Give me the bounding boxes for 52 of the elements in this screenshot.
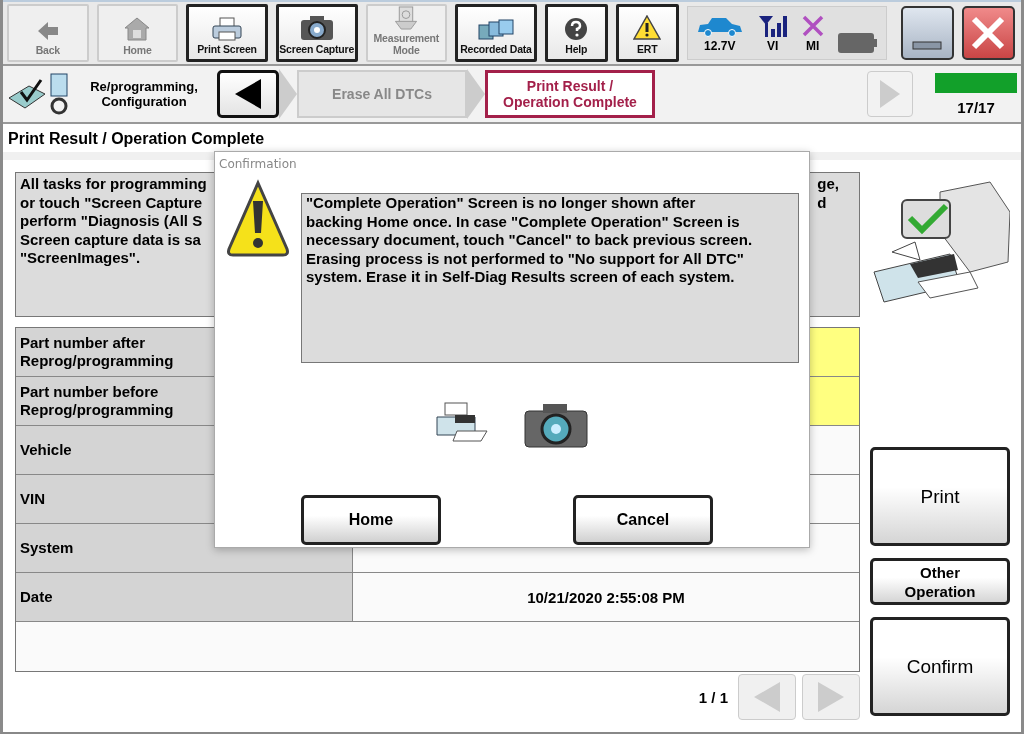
- toolbar-button[interactable]: Print Screen: [186, 4, 268, 62]
- side-button[interactable]: Other Operation: [870, 558, 1010, 605]
- printer-icon: [435, 401, 489, 443]
- chevron-icon: [467, 69, 485, 119]
- left-arrow-icon: [233, 78, 263, 110]
- dialog-button[interactable]: Home: [301, 495, 441, 545]
- side-button[interactable]: Confirm: [870, 617, 1010, 716]
- minimize-button[interactable]: [900, 6, 954, 60]
- battery-icon: [837, 33, 878, 53]
- back-step-button[interactable]: [217, 70, 279, 118]
- message-text: or touch "Screen Capture: [20, 193, 204, 212]
- message-text: perform "Diagnosis (All S: [20, 212, 204, 231]
- step-tab[interactable]: Print Result / Operation Complete: [485, 70, 655, 118]
- toolbar-button[interactable]: ERT: [615, 4, 679, 62]
- car-icon: [695, 16, 744, 37]
- page-count: 1 / 1: [698, 688, 728, 706]
- message-text: d: [817, 193, 828, 212]
- close-icon: [970, 15, 1007, 51]
- message-text: "ScreenImages".: [20, 249, 142, 268]
- signal-icon: [757, 15, 788, 37]
- cross-icon: [801, 15, 824, 37]
- camera-icon: [523, 401, 589, 449]
- printer-icon: [211, 17, 244, 41]
- camera-icon: [299, 14, 334, 41]
- house-icon: [123, 16, 152, 42]
- left-arrow-icon: [752, 681, 782, 713]
- toolbar-button[interactable]: Help: [544, 4, 608, 62]
- progress-label: 17/17: [957, 98, 995, 116]
- status-label: VI: [767, 39, 779, 53]
- table-cell: 10/21/2020 2:55:08 PM: [353, 573, 859, 621]
- table-cell: Date: [16, 573, 353, 621]
- warning-icon: [225, 179, 291, 259]
- toolbar-button[interactable]: Screen Capture: [275, 4, 358, 62]
- right-arrow-icon: [878, 79, 902, 109]
- message-text: All tasks for programming: [20, 175, 207, 194]
- chevron-icon: [279, 69, 297, 119]
- help-icon: [564, 17, 589, 41]
- side-button[interactable]: Print: [870, 447, 1010, 546]
- toolbar-button[interactable]: Recorded Data: [455, 4, 537, 62]
- status-label: MI: [806, 39, 820, 53]
- message-text: ge,: [817, 175, 839, 194]
- dialog-message: "Complete Operation" Screen is no longer shown after backing Home once. In case "Complete Operation" Screen is necessary document, touch "Cancel" to back previous screen. Erasing process is not performed to "No support for All DTC" system. Erase it in Self-Diag Results screen of each system.: [301, 193, 799, 363]
- dialog-button[interactable]: Cancel: [573, 495, 713, 545]
- minimize-icon: [912, 41, 943, 50]
- meter-icon: [393, 6, 420, 30]
- warning-icon: [633, 15, 662, 41]
- close-button[interactable]: [961, 6, 1015, 60]
- section-label: Re/programming, Configuration: [89, 79, 199, 109]
- status-label: 12.7V: [704, 39, 736, 53]
- message-text: Screen capture data is sa: [20, 230, 202, 249]
- folders-icon: [477, 19, 514, 41]
- right-arrow-icon: [816, 681, 846, 713]
